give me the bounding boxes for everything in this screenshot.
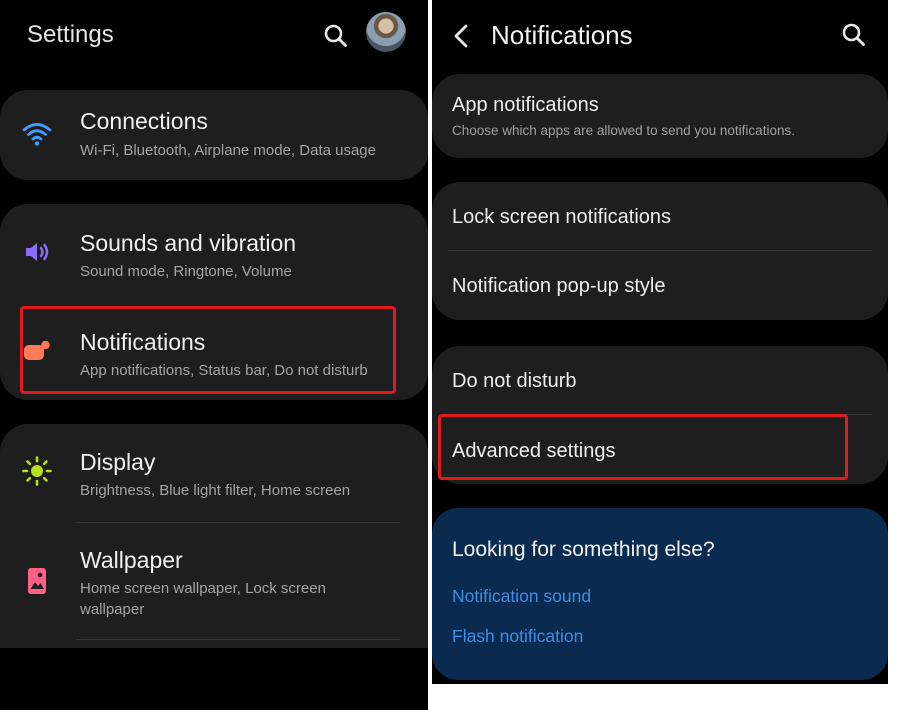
- avatar[interactable]: [366, 12, 406, 52]
- lock-screen-notifications-item[interactable]: Lock screen notifications: [432, 182, 888, 250]
- settings-item-title: Notifications: [80, 329, 206, 355]
- display-wallpaper-card: Display Brightness, Blue light filter, H…: [0, 424, 428, 648]
- notifications-screen: Notifications App notifications Choose w…: [432, 0, 888, 684]
- chevron-left-icon[interactable]: [448, 19, 476, 53]
- advanced-settings-label: Advanced settings: [452, 440, 616, 462]
- dnd-advanced-card: Do not disturb Advanced settings: [432, 346, 888, 484]
- settings-header: Settings: [0, 0, 428, 72]
- brightness-icon: [20, 454, 54, 488]
- settings-item-subtitle-continued: wallpaper: [80, 601, 145, 618]
- settings-item-wallpaper[interactable]: Wallpaper Home screen wallpaper, Lock sc…: [0, 523, 428, 639]
- settings-item-title: Sounds and vibration: [80, 230, 297, 256]
- search-icon[interactable]: [321, 21, 351, 51]
- settings-item-sounds[interactable]: Sounds and vibration Sound mode, Rington…: [0, 204, 428, 302]
- wallpaper-icon: [20, 564, 54, 598]
- flash-notification-link[interactable]: Flash notification: [452, 626, 583, 647]
- app-notifications-subtitle: Choose which apps are allowed to send yo…: [452, 123, 795, 138]
- app-notifications-title: App notifications: [452, 94, 599, 116]
- app-notifications-item[interactable]: App notifications Choose which apps are …: [432, 74, 888, 158]
- wifi-icon: [20, 117, 54, 151]
- notification-popup-style-item[interactable]: Notification pop-up style: [432, 251, 888, 320]
- notification-popup-style-label: Notification pop-up style: [452, 275, 666, 297]
- suggestion-title: Looking for something else?: [452, 538, 715, 561]
- settings-item-title: Display: [80, 449, 156, 475]
- advanced-settings-item[interactable]: Advanced settings: [432, 415, 888, 484]
- settings-item-subtitle: Wi-Fi, Bluetooth, Airplane mode, Data us…: [80, 142, 376, 159]
- settings-item-title: Connections: [80, 108, 208, 134]
- page-title: Notifications: [491, 20, 633, 50]
- settings-item-title: Wallpaper: [80, 547, 183, 573]
- app-notifications-card: App notifications Choose which apps are …: [432, 74, 888, 158]
- do-not-disturb-item[interactable]: Do not disturb: [432, 346, 888, 414]
- settings-item-subtitle: Brightness, Blue light filter, Home scre…: [80, 482, 351, 499]
- do-not-disturb-label: Do not disturb: [452, 370, 577, 392]
- settings-item-connections[interactable]: Connections Wi-Fi, Bluetooth, Airplane m…: [0, 90, 428, 180]
- page-title: Settings: [27, 21, 114, 48]
- connections-card: Connections Wi-Fi, Bluetooth, Airplane m…: [0, 90, 428, 180]
- settings-item-subtitle: Sound mode, Ringtone, Volume: [80, 263, 292, 280]
- search-icon[interactable]: [839, 20, 869, 50]
- sounds-notifications-card: Sounds and vibration Sound mode, Rington…: [0, 204, 428, 400]
- notifications-header: Notifications: [432, 0, 888, 72]
- lock-screen-notifications-label: Lock screen notifications: [452, 206, 672, 228]
- settings-item-subtitle: Home screen wallpaper, Lock screen: [80, 580, 326, 597]
- volume-icon: [20, 235, 54, 269]
- looking-for-something-else-card: Looking for something else? Notification…: [432, 508, 888, 680]
- settings-item-notifications[interactable]: Notifications App notifications, Status …: [0, 302, 428, 400]
- settings-screen: Settings Connections Wi-Fi, Bluetooth, A…: [0, 0, 428, 710]
- lockscreen-popup-card: Lock screen notifications Notification p…: [432, 182, 888, 320]
- notification-icon: [20, 335, 54, 369]
- settings-item-display[interactable]: Display Brightness, Blue light filter, H…: [0, 424, 428, 522]
- divider: [76, 639, 400, 640]
- settings-item-subtitle: App notifications, Status bar, Do not di…: [80, 362, 368, 379]
- notification-sound-link[interactable]: Notification sound: [452, 586, 591, 607]
